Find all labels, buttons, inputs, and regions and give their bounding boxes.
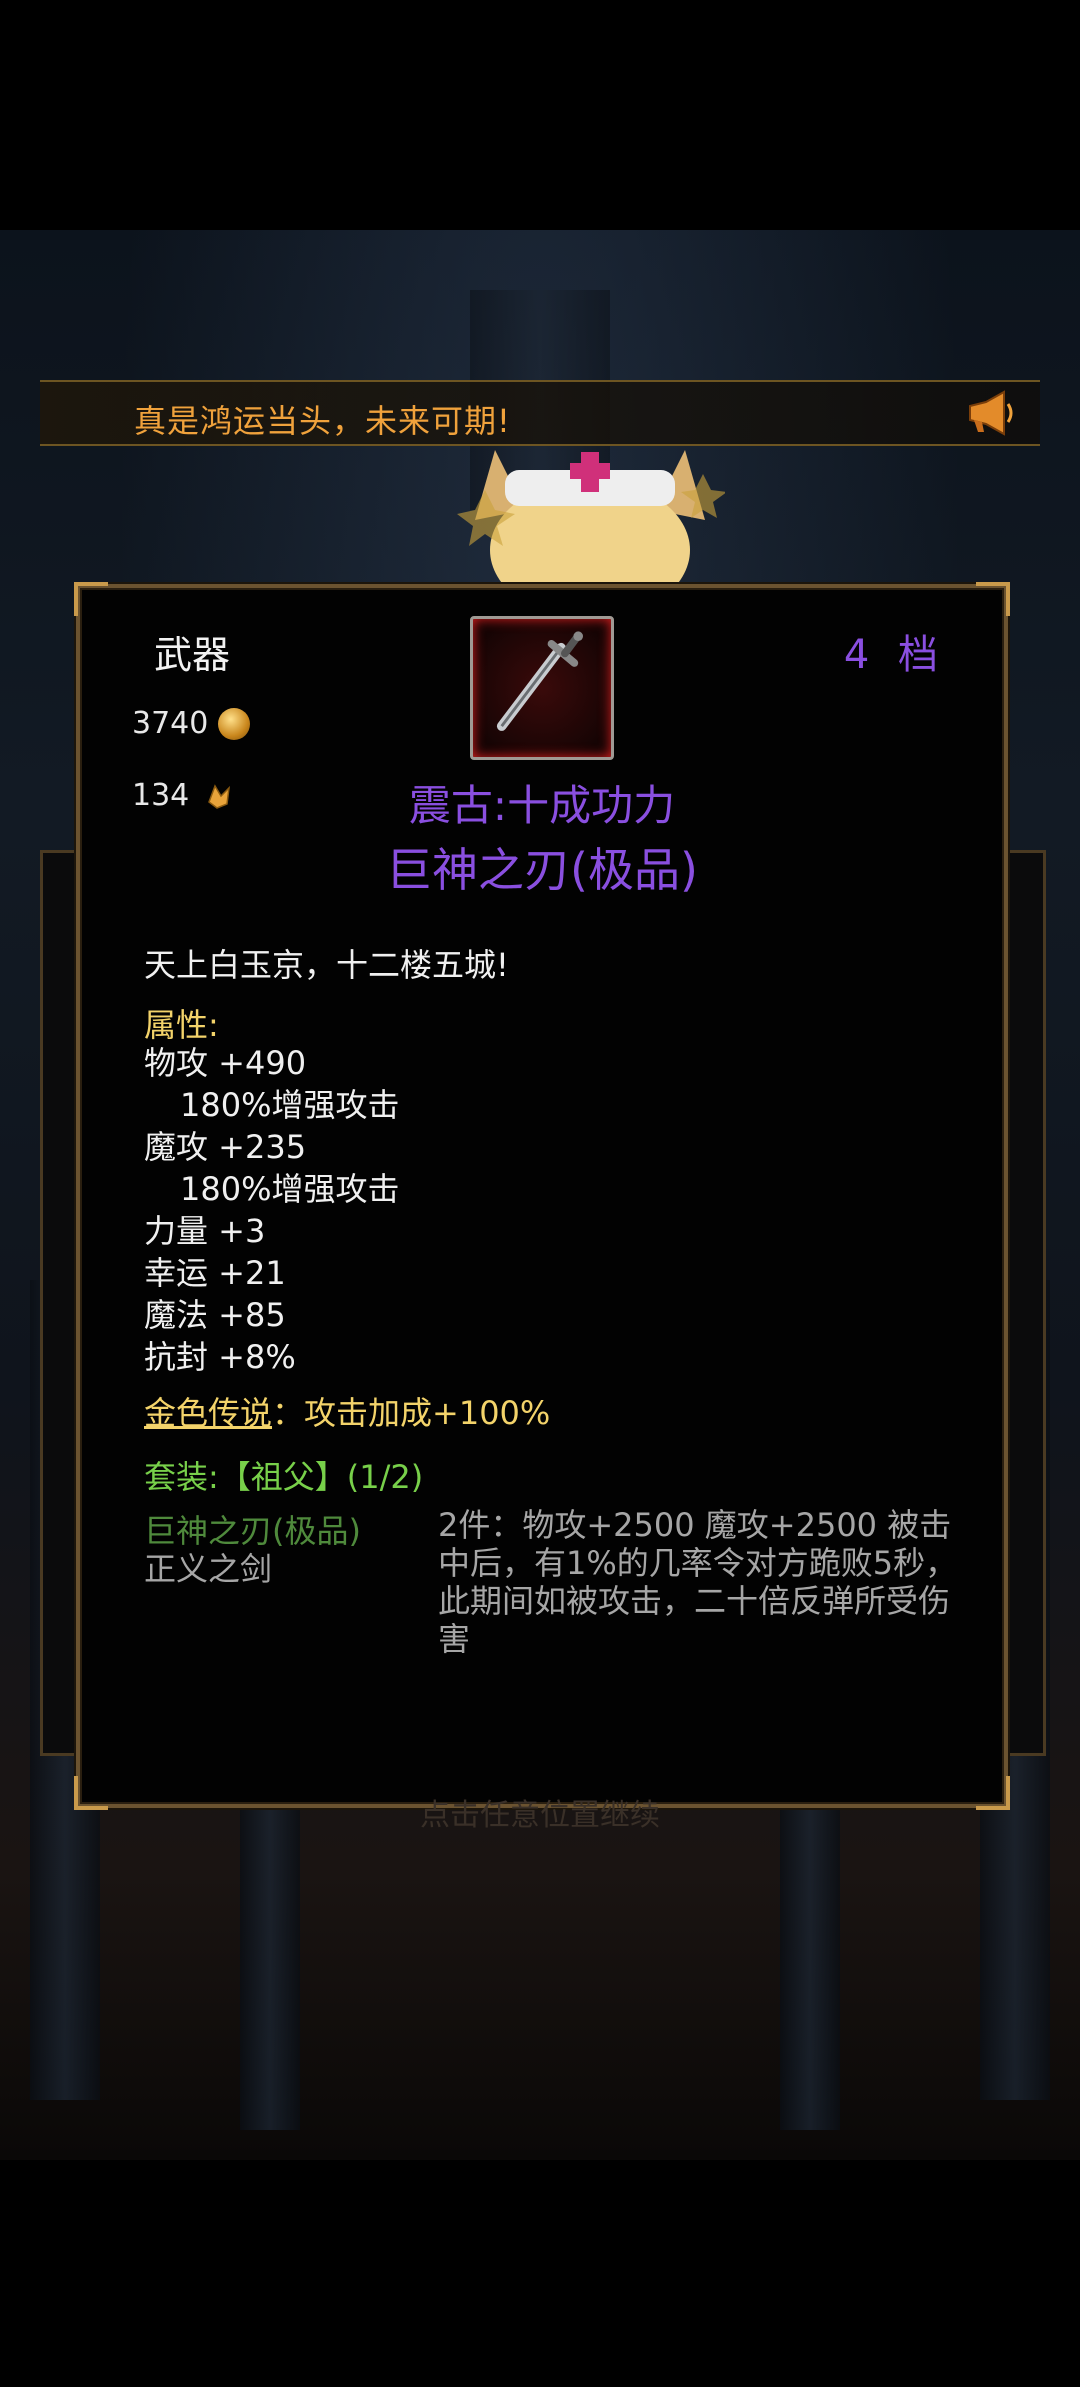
- item-tier: 4 档: [843, 632, 938, 678]
- stat-line: 物攻 +490: [144, 1044, 307, 1082]
- item-set-title: 震古:十成功力: [408, 781, 676, 830]
- stat-line: 幸运 +21: [144, 1254, 286, 1292]
- tap-to-continue[interactable]: 点击任意位置继续: [0, 1790, 1080, 1834]
- set-line: 套装:【祖父】(1/2): [144, 1458, 424, 1496]
- stat-line: 力量 +3: [144, 1212, 266, 1250]
- item-icon-slot: [470, 616, 614, 760]
- stat-line: 抗封 +8%: [144, 1338, 296, 1376]
- stat-line: 180%增强攻击: [180, 1086, 400, 1124]
- item-detail-panel: 武器 4 档 3740 134 震古:十成功力 巨神之刃(极品) 天上白玉京，十…: [74, 582, 1010, 1810]
- gold-coin-icon: [218, 707, 251, 740]
- gold-amount: 3740: [132, 706, 209, 741]
- frame-corner: [976, 582, 1010, 616]
- legendary-effect: ：攻击加成+100%: [272, 1394, 551, 1432]
- character-portrait: [457, 450, 725, 590]
- attributes-title: 属性:: [144, 1006, 219, 1044]
- stat-line: 魔法 +85: [144, 1296, 286, 1334]
- item-name: 巨神之刃(极品): [386, 843, 698, 897]
- legendary-line: 金色传说：攻击加成+100%: [144, 1388, 550, 1434]
- horn-icon[interactable]: [964, 388, 1016, 438]
- frame-corner: [74, 582, 108, 616]
- stat-line: 180%增强攻击: [180, 1170, 400, 1208]
- set-bonus: 2件：物攻+2500 魔攻+2500 被击中后，有1%的几率令对方跪败5秒，此期…: [438, 1506, 958, 1658]
- stat-list: 物攻 +490 180%增强攻击 魔攻 +235 180%增强攻击 力量 +3 …: [144, 1042, 400, 1378]
- stat-line: 魔攻 +235: [144, 1128, 307, 1166]
- set-item-missing: 正义之剑: [144, 1550, 273, 1588]
- item-description: 天上白玉京，十二楼五城!: [144, 946, 509, 984]
- item-category: 武器: [154, 633, 231, 677]
- sword-icon: [496, 631, 583, 731]
- gold-value: 3740: [132, 706, 251, 741]
- legendary-link[interactable]: 金色传说: [144, 1394, 272, 1432]
